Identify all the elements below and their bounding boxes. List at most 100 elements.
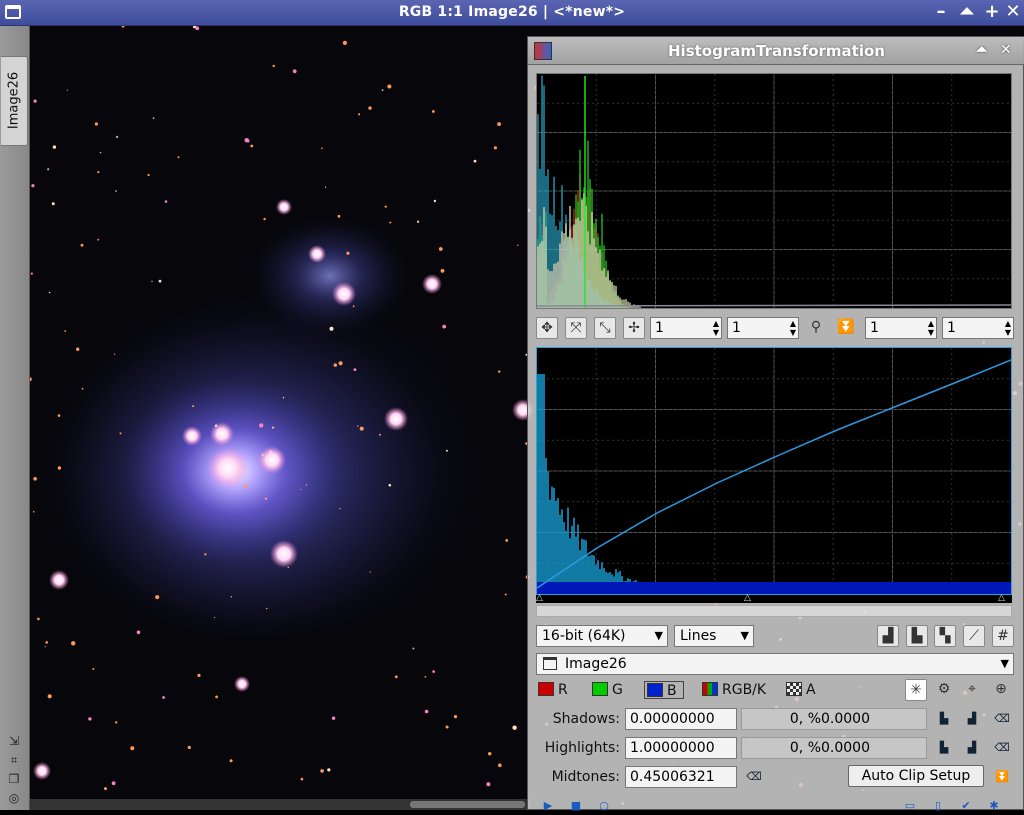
star <box>121 26 125 28</box>
close-panel-icon[interactable]: ✕ <box>1000 42 1012 58</box>
channel-b[interactable]: B <box>644 681 684 699</box>
star <box>432 670 435 673</box>
channel-a[interactable]: A <box>786 681 816 699</box>
highlights-input[interactable]: 1.00000000 <box>625 737 737 759</box>
copy-icon[interactable]: ❐ <box>7 772 21 786</box>
reset-shadows-icon[interactable]: ⌫ <box>992 710 1012 728</box>
spin-arrows-icon[interactable]: ▲ ▼ <box>790 319 796 337</box>
shadows-input[interactable]: 0.00000000 <box>625 708 737 730</box>
scrollbar-thumb[interactable] <box>410 801 525 808</box>
gear-icon[interactable]: ⚙ <box>933 679 955 701</box>
input-histogram[interactable] <box>536 73 1012 309</box>
output-hzoom-input[interactable]: 1 ▲ ▼ <box>865 317 937 339</box>
close-icon[interactable]: ✕ <box>1002 1 1024 22</box>
minimize-icon[interactable]: – <box>930 1 952 22</box>
star <box>162 696 166 699</box>
midtones-input[interactable]: 0.45006321 <box>625 766 737 788</box>
channel-label: R <box>558 682 568 698</box>
clip-shadows-icon[interactable]: ▙ <box>934 710 954 728</box>
star <box>111 781 116 786</box>
view-select[interactable]: Image26 ▼ <box>536 653 1014 675</box>
auto-clip-setup-button[interactable]: Auto Clip Setup <box>848 765 984 787</box>
expand-icon[interactable]: ⤧ <box>565 317 587 339</box>
grid-icon[interactable]: # <box>992 625 1014 647</box>
curve-icon[interactable]: ⟋ <box>963 625 985 647</box>
shade-icon[interactable]: ⏶ <box>956 1 978 22</box>
blue-band <box>537 582 1011 594</box>
horizontal-scrollbar[interactable] <box>30 799 530 810</box>
star <box>504 593 507 596</box>
star <box>292 69 297 74</box>
shadows-slider-handle[interactable]: △ <box>536 593 543 603</box>
arrow-diagonal-icon[interactable]: ⇲ <box>7 734 21 748</box>
spin-arrows-icon[interactable]: ▲ ▼ <box>928 319 934 337</box>
star <box>229 759 233 763</box>
apply-check-icon[interactable]: ✔ <box>956 797 976 815</box>
channel-r[interactable]: R <box>538 681 568 699</box>
alpha-swatch <box>786 682 802 696</box>
shadows-clip: 0, %0.0000 <box>741 708 927 730</box>
reset-midtones-icon[interactable]: ⌫ <box>744 768 764 786</box>
expand-down-icon[interactable]: ⏬ <box>992 768 1012 786</box>
histogram-icon[interactable]: ▟ <box>877 625 899 647</box>
apply-global-icon[interactable]: ■ <box>566 797 586 815</box>
resolution-select[interactable]: 16-bit (64K) ▼ <box>536 625 668 647</box>
vertical-zoom-input[interactable]: 1 ▲ ▼ <box>727 317 799 339</box>
channel-rgbk[interactable]: RGB/K <box>702 681 766 699</box>
clip-highlights-icon[interactable]: ▙ <box>934 739 954 757</box>
zoom-fit-icon[interactable]: ✥ <box>536 317 558 339</box>
star <box>66 89 68 91</box>
star <box>259 423 264 428</box>
crop-icon[interactable]: ⌗ <box>7 753 21 767</box>
document-icon[interactable]: ▯ <box>928 797 948 815</box>
crosshair-icon[interactable]: ⌖ <box>961 679 983 701</box>
output-histogram[interactable] <box>536 347 1012 595</box>
ohzoom-value: 1 <box>870 320 879 336</box>
star <box>51 202 55 206</box>
star <box>453 715 458 719</box>
image-window-icon <box>543 657 557 670</box>
midtones-slider-handle[interactable]: △ <box>744 593 751 603</box>
graph-style-select[interactable]: Lines ▼ <box>674 625 754 647</box>
auto-highlights-icon[interactable]: ▟ <box>962 739 982 757</box>
green-swatch <box>592 682 608 696</box>
star <box>155 595 160 600</box>
view-tab-label: Image26 <box>6 71 22 130</box>
star <box>32 511 35 513</box>
highlights-slider-handle[interactable]: △ <box>998 593 1005 603</box>
target-icon[interactable]: ◎ <box>7 791 21 805</box>
preview-icon[interactable]: ○ <box>594 797 614 815</box>
shrink-icon[interactable]: ⤡ <box>594 317 616 339</box>
spin-arrows-icon[interactable]: ▲ ▼ <box>713 319 719 337</box>
star <box>321 147 323 150</box>
new-instance-icon[interactable]: ▶ <box>538 797 558 815</box>
spark-icon[interactable]: ✳ <box>905 679 927 701</box>
channel-g[interactable]: G <box>592 681 623 699</box>
star <box>76 347 80 351</box>
view-tab[interactable]: Image26 <box>1 56 28 146</box>
star <box>272 426 274 429</box>
pan-icon[interactable]: ✢ <box>623 317 645 339</box>
star <box>300 488 302 490</box>
browse-icon[interactable]: ▭ <box>900 797 920 815</box>
slider-track[interactable]: △ △ △ <box>536 593 1012 603</box>
horizontal-zoom-input[interactable]: 1 ▲ ▼ <box>650 317 722 339</box>
histogram-rgb-icon[interactable]: ▙ <box>906 625 928 647</box>
star <box>412 647 415 650</box>
star <box>136 630 141 635</box>
output-vzoom-input[interactable]: 1 ▲ ▼ <box>942 317 1014 339</box>
shade-icon[interactable]: ⏶ <box>976 42 987 58</box>
link-down-icon[interactable]: ⏬ <box>835 317 857 339</box>
maximize-icon[interactable]: + <box>981 1 1003 22</box>
star <box>45 641 48 644</box>
auto-shadows-icon[interactable]: ▟ <box>962 710 982 728</box>
magnifier-icon[interactable]: ⚲ <box>805 317 827 339</box>
panel-titlebar[interactable]: HistogramTransformation ⏶ ✕ <box>528 37 1024 65</box>
star <box>369 571 371 573</box>
histogram-output-icon[interactable]: ▚ <box>934 625 956 647</box>
star <box>152 117 155 120</box>
reset-icon[interactable]: ✱ <box>984 797 1004 815</box>
target-icon[interactable]: ⊕ <box>990 679 1012 701</box>
reset-highlights-icon[interactable]: ⌫ <box>992 739 1012 757</box>
spin-arrows-icon[interactable]: ▲ ▼ <box>1005 319 1011 337</box>
